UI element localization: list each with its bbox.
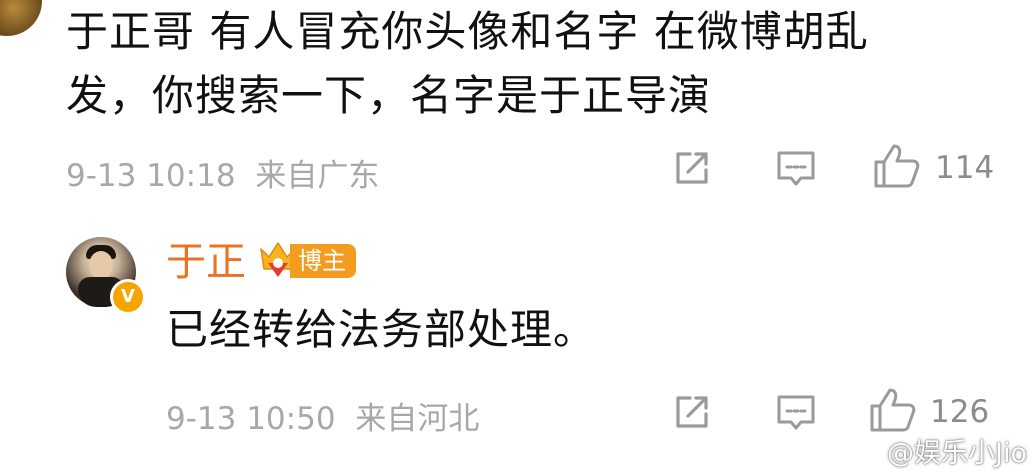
share-button[interactable] — [672, 148, 712, 188]
like-icon — [874, 144, 920, 188]
reply-like-button[interactable] — [868, 386, 918, 434]
reply-like-count: 126 — [930, 394, 990, 430]
reply-text: 已经转给法务部处理。 — [166, 305, 597, 354]
watermark-text: @娱乐小Jio — [887, 438, 1027, 469]
reply-button[interactable] — [775, 148, 817, 190]
comment-location: 来自广东 — [255, 158, 380, 194]
reply-comment-button[interactable] — [775, 392, 817, 434]
comment-text-line-2: 发，你搜索一下，名字是于正导演 — [66, 71, 712, 120]
comment-meta: 9-13 10:18 来自广东 — [66, 150, 379, 195]
comment-like-count: 114 — [935, 150, 995, 186]
reply-username[interactable]: 于正 — [166, 238, 246, 286]
reply-timestamp: 9-13 10:50 — [166, 401, 336, 437]
verified-icon: V — [110, 279, 146, 315]
like-icon — [870, 388, 916, 432]
reply-share-button[interactable] — [672, 392, 712, 432]
comment-text-line-1: 于正哥 有人冒充你头像和名字 在微博胡乱 — [66, 7, 869, 56]
share-icon — [676, 396, 708, 428]
reply-location: 来自河北 — [355, 401, 480, 437]
comment-icon — [777, 395, 815, 430]
blogger-badge: 博主 — [290, 244, 356, 278]
share-icon — [676, 152, 708, 184]
commenter-avatar[interactable] — [0, 0, 42, 36]
watermark: @娱乐小Jio — [851, 431, 1027, 470]
reply-meta: 9-13 10:50 来自河北 — [166, 393, 479, 438]
weibo-logo-icon — [851, 439, 881, 463]
like-button[interactable] — [872, 142, 922, 190]
comment-icon — [777, 151, 815, 186]
comment-timestamp: 9-13 10:18 — [66, 158, 236, 194]
